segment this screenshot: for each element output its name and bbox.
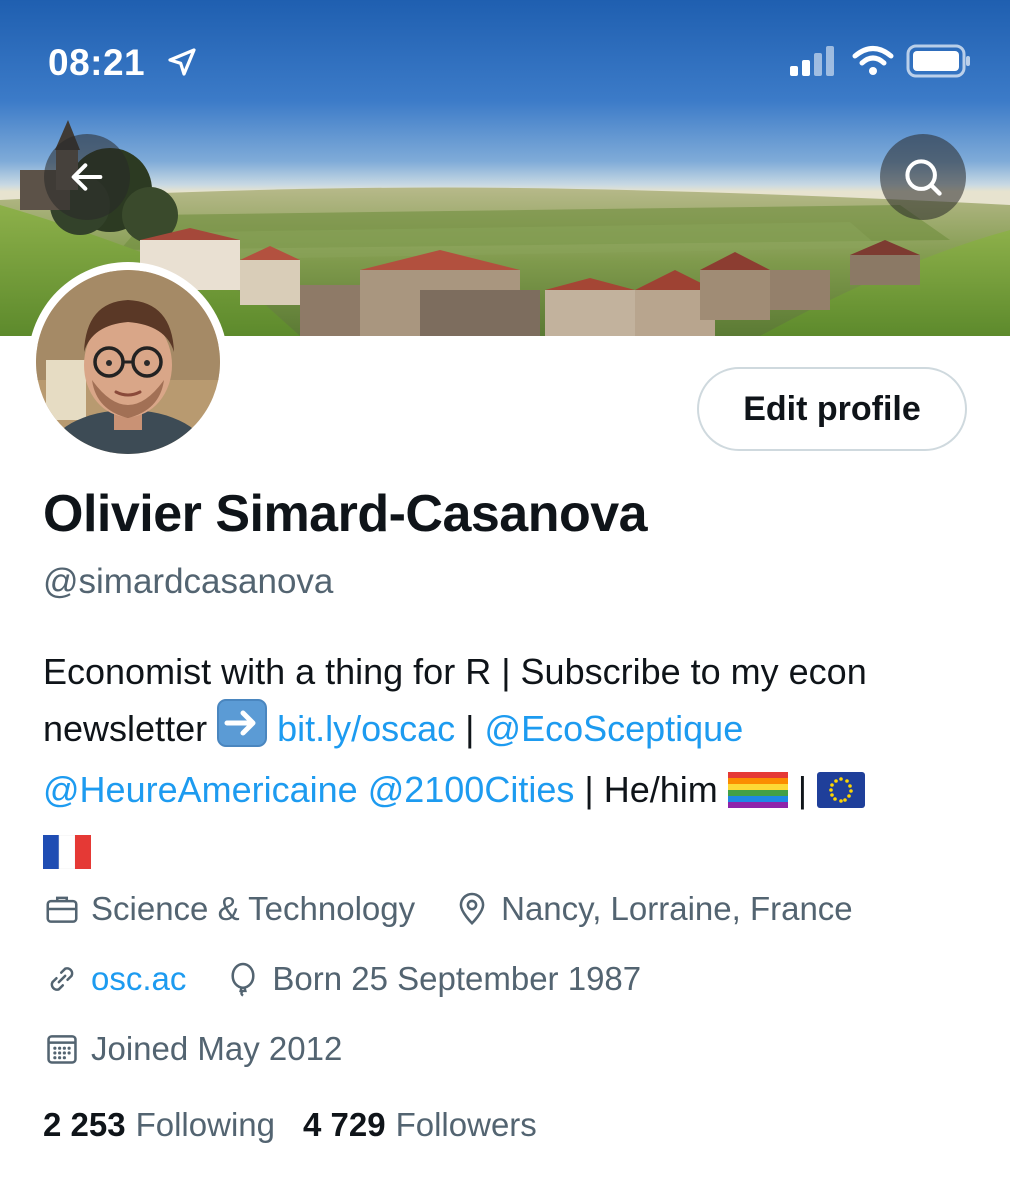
mention-heureamericaine[interactable]: @HeureAmericaine [43, 769, 358, 810]
bio-link[interactable]: bit.ly/oscac [277, 708, 455, 749]
calendar-icon [47, 1035, 77, 1064]
bio-separator-2: | [787, 769, 818, 810]
profile-meta-row-1: Science & Technology Nancy, Lorraine, Fr… [43, 890, 891, 928]
back-button[interactable] [44, 134, 130, 220]
followers-count: 4 729 [303, 1106, 386, 1143]
avatar[interactable] [36, 270, 220, 454]
link-icon [50, 967, 74, 991]
following-label: Following [135, 1106, 275, 1143]
arrow-left-icon [71, 163, 103, 191]
website-link[interactable]: osc.ac [91, 960, 186, 998]
battery-icon [906, 44, 970, 78]
following-count: 2 253 [43, 1106, 126, 1143]
rainbow-flag-emoji-icon [727, 768, 788, 823]
display-name: Olivier Simard-Casanova [43, 485, 648, 543]
location-text: Nancy, Lorraine, France [501, 890, 853, 927]
birthday-item: Born 25 September 1987 [224, 960, 641, 998]
followers-label: Followers [395, 1106, 537, 1143]
birthday-text: Born 25 September 1987 [272, 960, 642, 997]
follow-counts: 2 253 Following 4 729 Followers [43, 1106, 565, 1144]
balloon-icon [231, 962, 255, 997]
profile-meta-row-2: osc.ac Born 25 September 1987 [43, 960, 679, 998]
mention-ecosceptique[interactable]: @EcoSceptique [485, 708, 744, 749]
profile-meta-row-3: Joined May 2012 [43, 1030, 380, 1068]
joined-text: Joined May 2012 [91, 1030, 343, 1067]
edit-profile-button[interactable]: Edit profile [697, 367, 967, 451]
avatar-photo [36, 270, 220, 454]
following-link[interactable]: 2 253 Following [43, 1106, 275, 1144]
category-text: Science & Technology [91, 890, 416, 927]
search-icon [905, 159, 942, 196]
location-item: Nancy, Lorraine, France [453, 890, 853, 928]
status-bar-time: 08:21 [48, 42, 146, 83]
france-flag-emoji-icon [43, 829, 91, 884]
mention-2100cities[interactable]: @2100Cities [368, 769, 575, 810]
website-item[interactable]: osc.ac [43, 960, 186, 998]
briefcase-icon [46, 896, 78, 923]
status-bar-icons [790, 44, 972, 78]
cellular-signal-icon [790, 46, 834, 76]
eu-flag-emoji-icon [817, 768, 866, 823]
profile-bio: Economist with a thing for R | Subscribe… [43, 644, 978, 884]
followers-link[interactable]: 4 729 Followers [303, 1106, 537, 1144]
bio-separator: | [455, 708, 485, 749]
location-arrow-icon [168, 48, 196, 76]
right-arrow-emoji-icon [217, 699, 268, 762]
joined-item: Joined May 2012 [43, 1030, 342, 1068]
bio-pronouns: | He/him [574, 769, 728, 810]
location-pin-icon [459, 892, 485, 926]
wifi-icon [852, 46, 894, 75]
category-item: Science & Technology [43, 890, 415, 928]
search-button[interactable] [880, 134, 966, 220]
username-handle: @simardcasanova [43, 562, 334, 601]
